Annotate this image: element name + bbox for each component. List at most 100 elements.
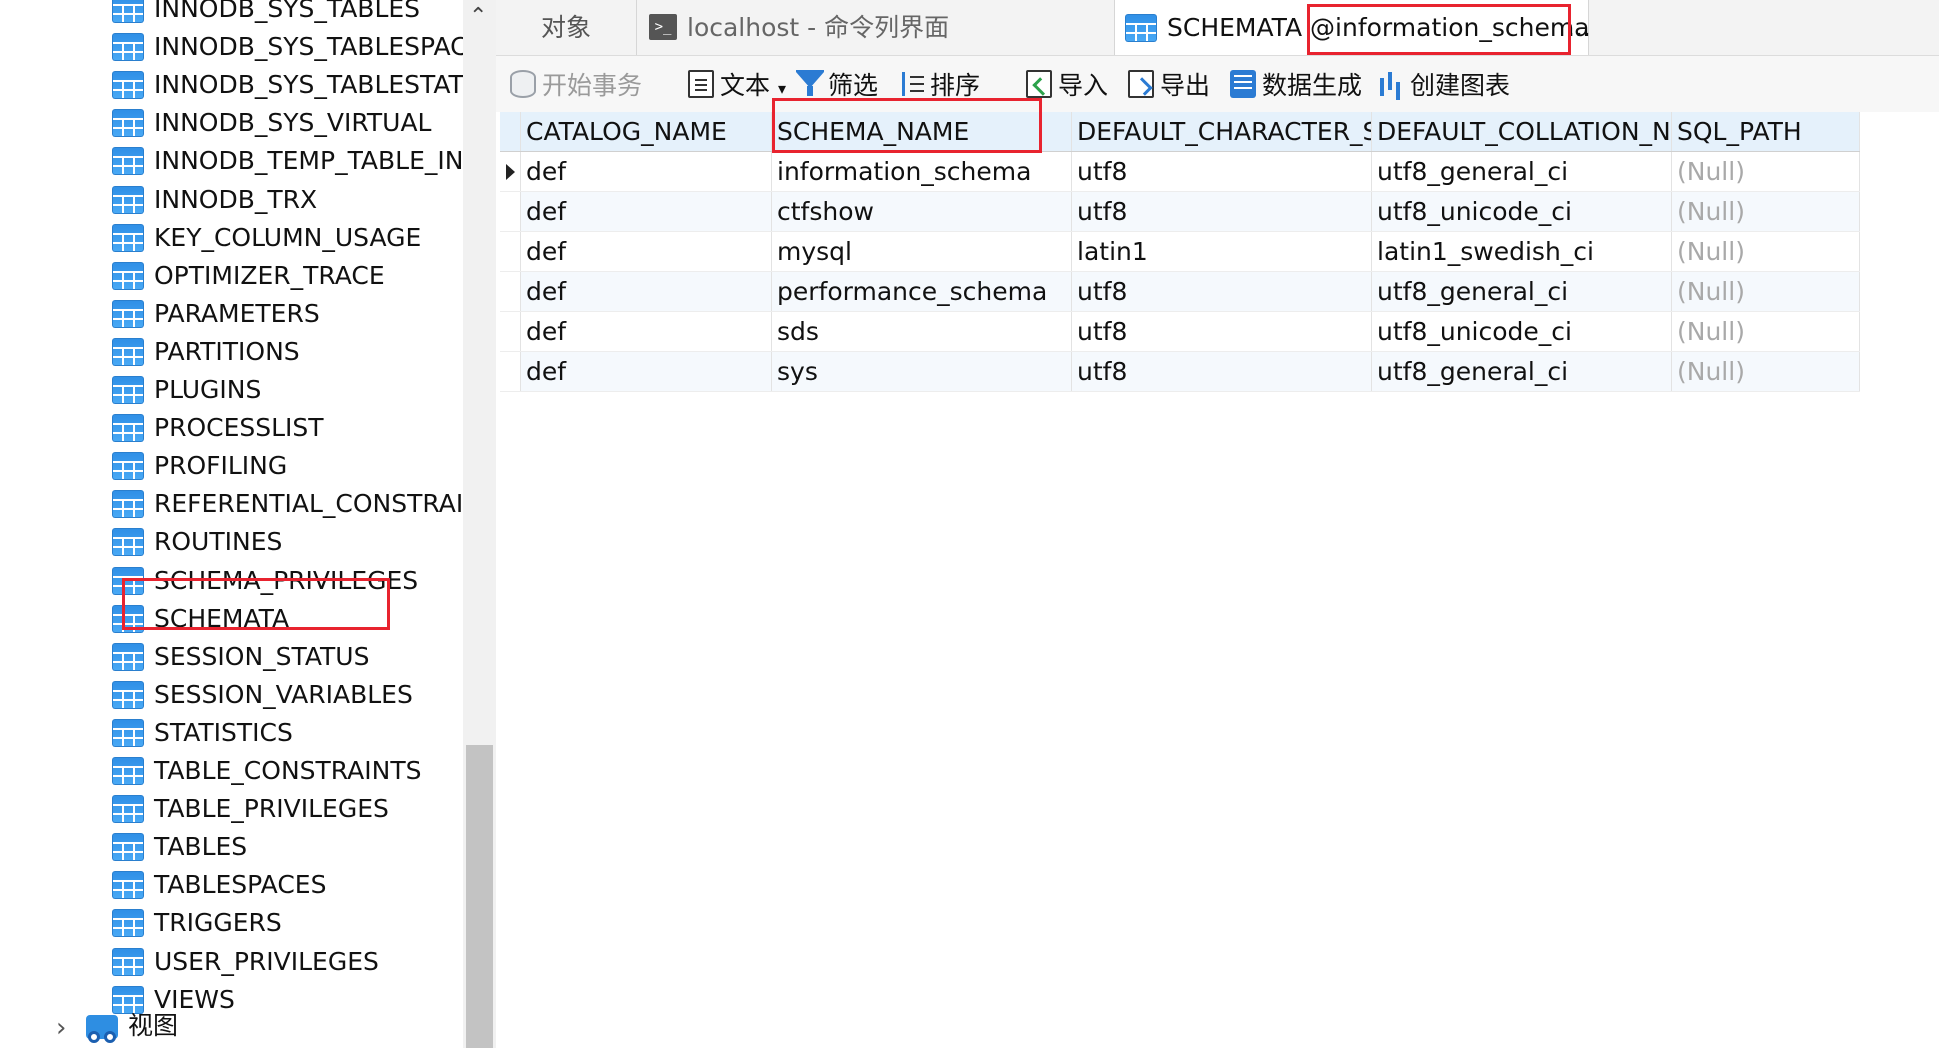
tab-label: 对象	[540, 13, 591, 42]
sidebar-item-key-column-usage[interactable]: KEY_COLUMN_USAGE	[0, 219, 463, 257]
import-button[interactable]: 导入	[1026, 56, 1116, 112]
sidebar-item-profiling[interactable]: PROFILING	[0, 447, 463, 485]
tree-item-label: PROFILING	[154, 451, 288, 481]
cell-default-character-set-name[interactable]: latin1	[1072, 232, 1372, 271]
tab-console[interactable]: >_ localhost - 命令列界面	[636, 0, 1114, 55]
table-row[interactable]: def performance_schema utf8 utf8_general_ci…	[500, 272, 1860, 312]
tab-objects[interactable]: 对象	[496, 0, 636, 55]
cell-default-character-set-name[interactable]: utf8	[1072, 352, 1372, 391]
filter-button[interactable]: 筛选	[796, 56, 886, 112]
table-row[interactable]: def sds utf8 utf8_unicode_ci (Null)	[500, 312, 1860, 352]
cell-default-character-set-name[interactable]: utf8	[1072, 312, 1372, 351]
sidebar-item-processlist[interactable]: PROCESSLIST	[0, 409, 463, 447]
column-header-default-collation-name[interactable]: DEFAULT_COLLATION_NAME	[1372, 112, 1672, 151]
cell-catalog-name[interactable]: def	[521, 152, 772, 191]
sidebar-item-optimizer-trace[interactable]: OPTIMIZER_TRACE	[0, 257, 463, 295]
row-selector[interactable]	[500, 352, 521, 391]
sort-button[interactable]: 排序	[898, 56, 988, 112]
cell-schema-name[interactable]: information_schema	[772, 152, 1072, 191]
export-button[interactable]: 导出	[1128, 56, 1218, 112]
views-icon	[86, 1015, 118, 1043]
cell-schema-name[interactable]: performance_schema	[772, 272, 1072, 311]
sidebar-item-referential-constraints[interactable]: REFERENTIAL_CONSTRAINTS	[0, 485, 463, 523]
cell-default-collation-name[interactable]: utf8_general_ci	[1372, 272, 1672, 311]
text-view-button[interactable]: 文本 ▾	[688, 56, 788, 112]
tab-schemata[interactable]: SCHEMATA @information_schema ...	[1114, 0, 1591, 55]
sidebar-item-user-privileges[interactable]: USER_PRIVILEGES	[0, 943, 463, 981]
cell-default-collation-name[interactable]: utf8_unicode_ci	[1372, 312, 1672, 351]
tree-item-label: SCHEMATA	[154, 603, 290, 633]
sidebar-item-tablespaces[interactable]: TABLESPACES	[0, 866, 463, 904]
table-row[interactable]: def mysql latin1 latin1_swedish_ci (Null)	[500, 232, 1860, 272]
cell-schema-name[interactable]: sys	[772, 352, 1072, 391]
sidebar-item-innodb-sys-tables[interactable]: INNODB_SYS_TABLES	[0, 0, 463, 28]
sidebar-item-schemata[interactable]: SCHEMATA	[0, 600, 463, 638]
chevron-right-icon[interactable]: ›	[56, 1013, 66, 1043]
data-generation-button[interactable]: 数据生成	[1230, 56, 1370, 112]
cell-sql-path[interactable]: (Null)	[1672, 352, 1860, 391]
cell-sql-path[interactable]: (Null)	[1672, 152, 1860, 191]
sidebar-item-session-status[interactable]: SESSION_STATUS	[0, 638, 463, 676]
sidebar-item-innodb-sys-virtual[interactable]: INNODB_SYS_VIRTUAL	[0, 104, 463, 142]
column-header-schema-name[interactable]: SCHEMA_NAME	[772, 112, 1072, 151]
cell-catalog-name[interactable]: def	[521, 352, 772, 391]
cell-sql-path[interactable]: (Null)	[1672, 272, 1860, 311]
row-selector[interactable]	[500, 272, 521, 311]
cell-default-collation-name[interactable]: utf8_general_ci	[1372, 152, 1672, 191]
cell-sql-path[interactable]: (Null)	[1672, 232, 1860, 271]
sidebar-item-partitions[interactable]: PARTITIONS	[0, 333, 463, 371]
sidebar-item-triggers[interactable]: TRIGGERS	[0, 904, 463, 942]
sidebar-item-innodb-trx[interactable]: INNODB_TRX	[0, 181, 463, 219]
tree-item-label: TABLE_CONSTRAINTS	[154, 756, 422, 785]
cell-schema-name[interactable]: sds	[772, 312, 1072, 351]
scroll-up-arrow-icon[interactable]: ⌃	[469, 4, 487, 29]
sidebar-item-table-privileges[interactable]: TABLE_PRIVILEGES	[0, 790, 463, 828]
sidebar-item-tables[interactable]: TABLES	[0, 828, 463, 866]
row-selector[interactable]	[500, 232, 521, 271]
sidebar-item-innodb-sys-tablestats[interactable]: INNODB_SYS_TABLESTATS	[0, 66, 463, 104]
table-row[interactable]: def ctfshow utf8 utf8_unicode_ci (Null)	[500, 192, 1860, 232]
cell-schema-name[interactable]: mysql	[772, 232, 1072, 271]
cell-default-character-set-name[interactable]: utf8	[1072, 272, 1372, 311]
table-icon	[112, 604, 144, 633]
table-icon	[112, 33, 144, 62]
cell-default-collation-name[interactable]: utf8_general_ci	[1372, 352, 1672, 391]
create-chart-button[interactable]: 创建图表	[1378, 56, 1518, 112]
cell-sql-path[interactable]: (Null)	[1672, 312, 1860, 351]
column-header-catalog-name[interactable]: CATALOG_NAME	[521, 112, 772, 151]
tree-item-views[interactable]: › 视图	[0, 1007, 463, 1047]
export-icon	[1128, 70, 1154, 98]
cell-default-character-set-name[interactable]: utf8	[1072, 192, 1372, 231]
current-row-indicator[interactable]	[500, 152, 521, 191]
cell-catalog-name[interactable]: def	[521, 192, 772, 231]
cell-default-collation-name[interactable]: latin1_swedish_ci	[1372, 232, 1672, 271]
cell-catalog-name[interactable]: def	[521, 312, 772, 351]
row-selector[interactable]	[500, 312, 521, 351]
sidebar-scrollbar[interactable]: ⌃	[463, 0, 496, 1048]
row-selector[interactable]	[500, 192, 521, 231]
grid-body: def information_schema utf8 utf8_general_ci…	[500, 152, 1860, 392]
sidebar-item-schema-privileges[interactable]: SCHEMA_PRIVILEGES	[0, 562, 463, 600]
begin-transaction-button[interactable]: 开始事务	[510, 56, 642, 112]
sidebar-item-routines[interactable]: ROUTINES	[0, 523, 463, 561]
sidebar-item-parameters[interactable]: PARAMETERS	[0, 295, 463, 333]
chevron-down-icon[interactable]: ▾	[778, 79, 786, 98]
table-row[interactable]: def information_schema utf8 utf8_general_ci…	[500, 152, 1860, 192]
sidebar-item-table-constraints[interactable]: TABLE_CONSTRAINTS	[0, 752, 463, 790]
cell-catalog-name[interactable]: def	[521, 272, 772, 311]
toolbar-label: 文本 ▾	[720, 56, 786, 119]
scrollbar-thumb[interactable]	[466, 745, 493, 1048]
sidebar-item-session-variables[interactable]: SESSION_VARIABLES	[0, 676, 463, 714]
sidebar-item-innodb-sys-tablespaces[interactable]: INNODB_SYS_TABLESPACES	[0, 28, 463, 66]
table-row[interactable]: def sys utf8 utf8_general_ci (Null)	[500, 352, 1860, 392]
cell-schema-name[interactable]: ctfshow	[772, 192, 1072, 231]
sidebar-item-innodb-temp-table-info[interactable]: INNODB_TEMP_TABLE_INFO	[0, 142, 463, 180]
sidebar-item-statistics[interactable]: STATISTICS	[0, 714, 463, 752]
cell-catalog-name[interactable]: def	[521, 232, 772, 271]
cell-sql-path[interactable]: (Null)	[1672, 192, 1860, 231]
column-header-default-character-set-name[interactable]: DEFAULT_CHARACTER_SET_NAME	[1072, 112, 1372, 151]
cell-default-collation-name[interactable]: utf8_unicode_ci	[1372, 192, 1672, 231]
cell-default-character-set-name[interactable]: utf8	[1072, 152, 1372, 191]
column-header-sql-path[interactable]: SQL_PATH	[1672, 112, 1860, 151]
sidebar-item-plugins[interactable]: PLUGINS	[0, 371, 463, 409]
